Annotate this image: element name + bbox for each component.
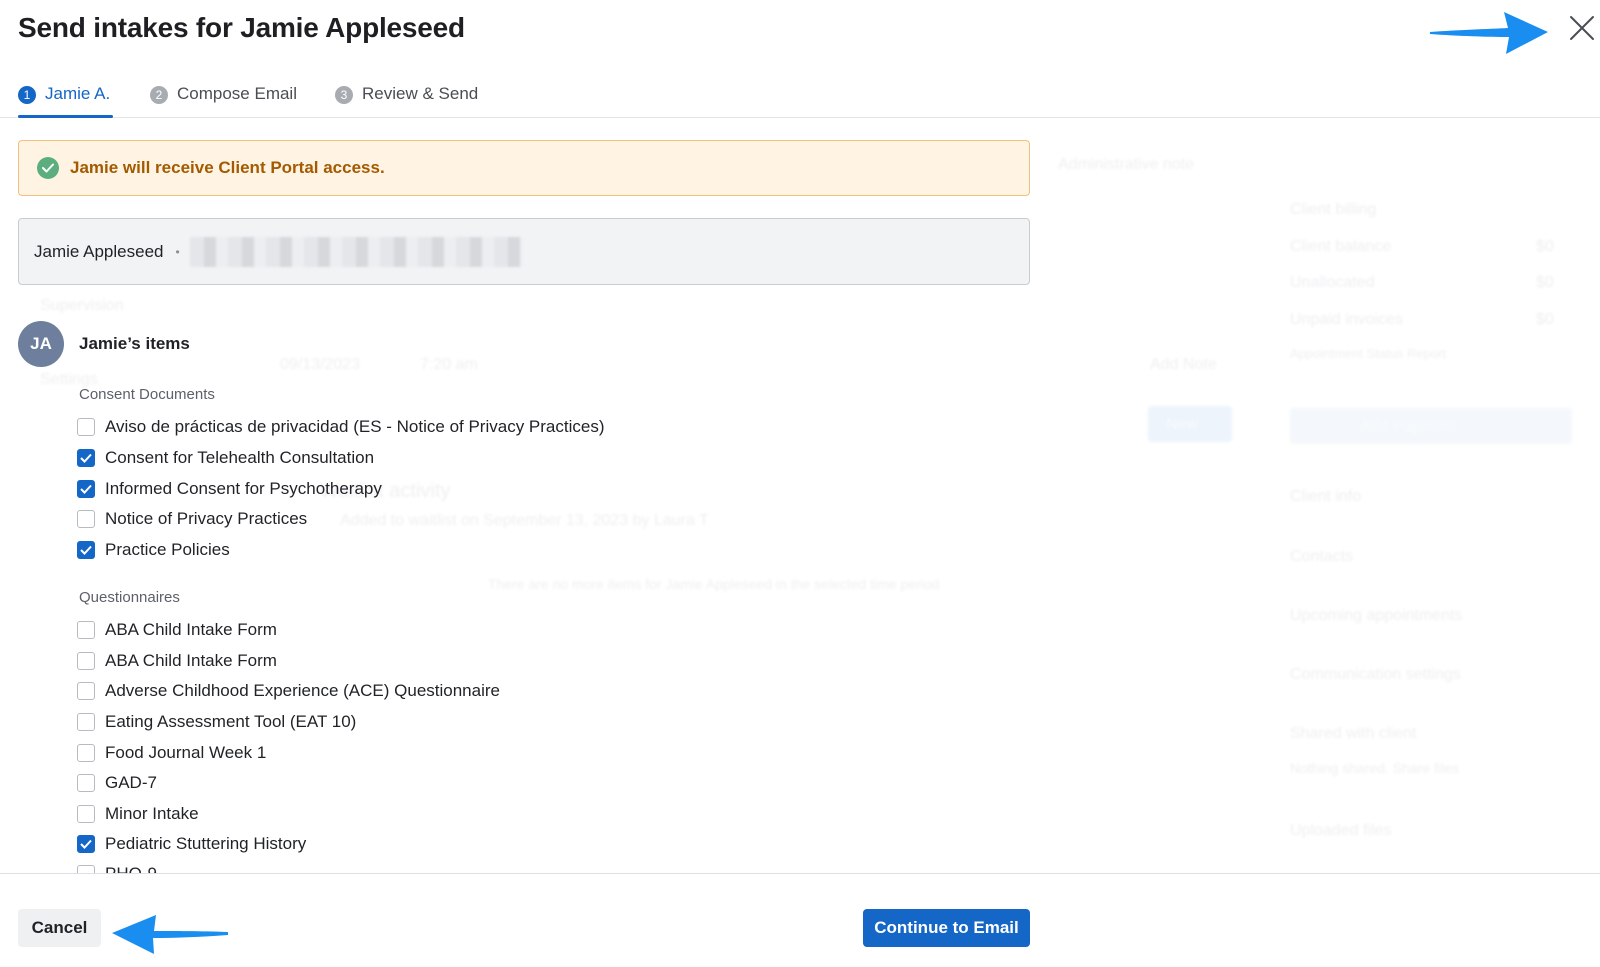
check-circle-icon (37, 157, 59, 179)
checkbox-row[interactable]: Consent for Telehealth Consultation (77, 448, 374, 468)
cancel-button[interactable]: Cancel (18, 909, 101, 947)
checkbox-label: Food Journal Week 1 (105, 743, 267, 762)
tab-compose-email[interactable]: 2 Compose Email (150, 84, 297, 118)
checkbox-label: Pediatric Stuttering History (105, 834, 307, 853)
alert-text: Jamie will receive Client Portal access. (70, 158, 385, 177)
checkbox-row[interactable]: Pediatric Stuttering History (77, 834, 306, 854)
tab-client[interactable]: 1 Jamie A. (18, 84, 113, 118)
recipient-field: Jamie Appleseed • (18, 218, 1030, 285)
checkbox[interactable] (77, 805, 95, 823)
checkbox[interactable] (77, 682, 95, 700)
checkbox-row[interactable]: PHQ-9 (77, 864, 157, 873)
checkbox-label: GAD-7 (105, 773, 157, 792)
checkbox-label: ABA Child Intake Form (105, 620, 277, 639)
checkbox-row[interactable]: Adverse Childhood Experience (ACE) Quest… (77, 681, 500, 701)
step-number: 2 (150, 86, 168, 104)
portal-access-alert: Jamie will receive Client Portal access. (18, 140, 1030, 196)
stepper-tabs: 1 Jamie A. 2 Compose Email 3 Review & Se… (0, 84, 1600, 118)
continue-to-email-button[interactable]: Continue to Email (863, 909, 1030, 947)
checkbox-row[interactable]: ABA Child Intake Form (77, 651, 277, 671)
items-title: Jamie’s items (79, 334, 190, 353)
checkbox-row[interactable]: Food Journal Week 1 (77, 743, 266, 763)
modal-title: Send intakes for Jamie Appleseed (18, 12, 465, 43)
avatar: JA (18, 321, 64, 367)
checkbox[interactable] (77, 449, 95, 467)
modal-footer: Cancel Continue to Email (0, 873, 1600, 967)
checkbox[interactable] (77, 480, 95, 498)
checkbox[interactable] (77, 541, 95, 559)
checkbox[interactable] (77, 621, 95, 639)
recipient-name: Jamie Appleseed (34, 241, 164, 261)
items-list[interactable]: Consent Documents Aviso de prácticas de … (0, 370, 1040, 873)
close-icon[interactable] (1568, 14, 1596, 42)
checkbox-row[interactable]: GAD-7 (77, 773, 157, 793)
checkbox-label: Practice Policies (105, 540, 230, 559)
section-label-questionnaires: Questionnaires (79, 589, 180, 606)
separator: • (175, 244, 180, 259)
checkbox-label: PHQ-9 (105, 864, 157, 873)
send-intakes-modal: Send intakes for Jamie Appleseed 1 Jamie… (0, 0, 1600, 967)
checkbox[interactable] (77, 774, 95, 792)
annotation-arrow-left-icon (112, 915, 228, 954)
annotation-arrow-right-icon (1430, 12, 1548, 54)
checkbox-row[interactable]: Informed Consent for Psychotherapy (77, 479, 382, 499)
checkbox-row[interactable]: Notice of Privacy Practices (77, 509, 307, 529)
checkbox-row[interactable]: Practice Policies (77, 540, 230, 560)
checkbox[interactable] (77, 865, 95, 873)
checkbox-label: Notice of Privacy Practices (105, 509, 308, 528)
checkbox-row[interactable]: Aviso de prácticas de privacidad (ES - N… (77, 417, 605, 437)
tab-review-send[interactable]: 3 Review & Send (335, 84, 478, 118)
checkbox-row[interactable]: ABA Child Intake Form (77, 620, 277, 640)
tab-label: Review & Send (362, 84, 479, 103)
checkbox-label: ABA Child Intake Form (105, 651, 277, 670)
checkbox[interactable] (77, 835, 95, 853)
step-number: 3 (335, 86, 353, 104)
step-number: 1 (18, 86, 36, 104)
checkbox-label: Aviso de prácticas de privacidad (ES - N… (105, 417, 605, 436)
checkbox-label: Informed Consent for Psychotherapy (105, 479, 382, 498)
checkbox-row[interactable]: Minor Intake (77, 804, 199, 824)
checkbox[interactable] (77, 652, 95, 670)
items-header: JA Jamie’s items (18, 321, 190, 367)
section-label-consent-documents: Consent Documents (79, 386, 215, 403)
checkbox-label: Minor Intake (105, 804, 199, 823)
checkbox[interactable] (77, 418, 95, 436)
redacted-email (189, 236, 522, 267)
checkbox[interactable] (77, 510, 95, 528)
checkbox[interactable] (77, 744, 95, 762)
checkbox-label: Eating Assessment Tool (EAT 10) (105, 712, 357, 731)
checkbox-label: Consent for Telehealth Consultation (105, 448, 375, 467)
checkbox-row[interactable]: Eating Assessment Tool (EAT 10) (77, 712, 356, 732)
checkbox-label: Adverse Childhood Experience (ACE) Quest… (105, 681, 500, 700)
tab-label: Jamie A. (45, 84, 111, 103)
tab-label: Compose Email (177, 84, 297, 103)
checkbox[interactable] (77, 713, 95, 731)
